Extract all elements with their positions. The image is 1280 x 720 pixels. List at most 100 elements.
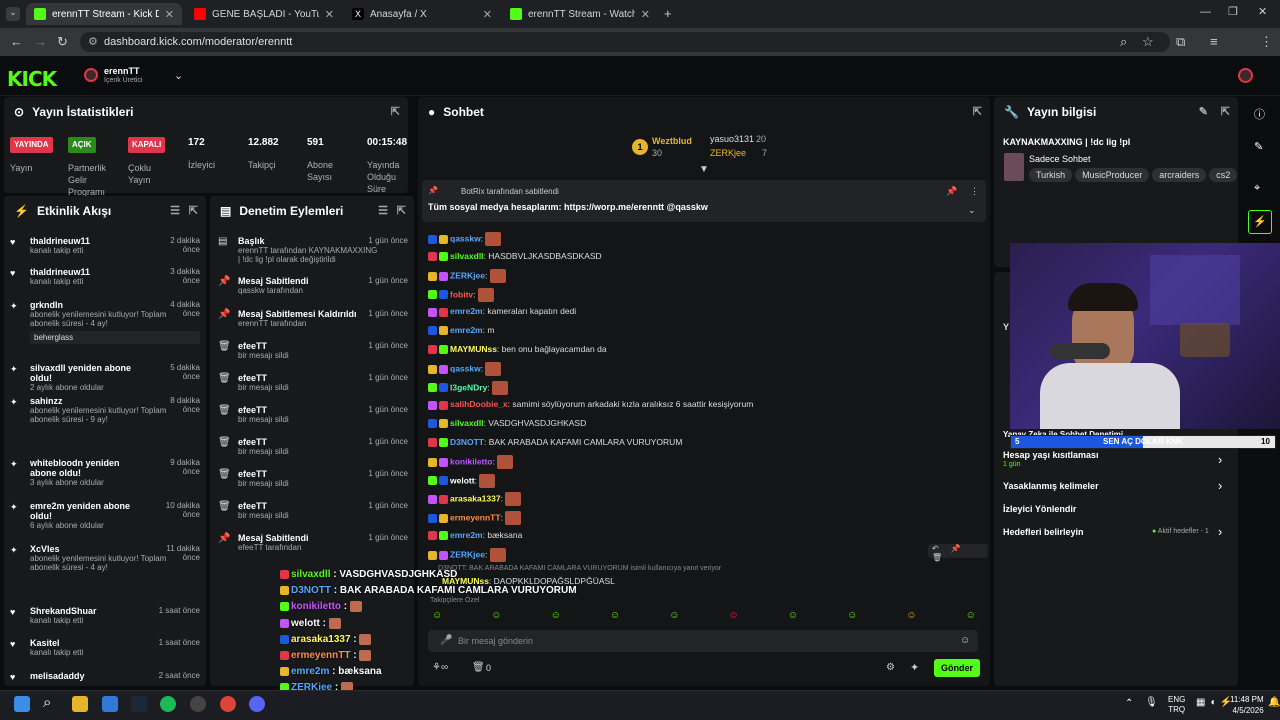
viewer-redirect-label[interactable]: İzleyici Yönlendir (1003, 504, 1076, 514)
chat-username[interactable]: fobitv (450, 289, 473, 299)
close-icon[interactable]: ✕ (165, 8, 174, 21)
activity-title[interactable]: silvaxdll yeniden abone oldu! (30, 363, 140, 383)
channel-avatar[interactable] (84, 68, 98, 82)
chevron-right-icon[interactable]: › (1218, 478, 1222, 493)
edit-icon[interactable]: ✎ (1254, 140, 1263, 153)
chat-username[interactable]: l3geNDry (450, 382, 487, 392)
banned-words-label[interactable]: Yasaklanmış kelimeler (1003, 481, 1099, 491)
chat-username[interactable]: ZERKjee (450, 549, 485, 559)
edit-icon[interactable]: ✎ (1199, 105, 1208, 118)
leader-name[interactable]: ZERKjee (710, 148, 746, 158)
tab-search-icon[interactable]: ⌄ (6, 7, 20, 21)
popout-icon[interactable]: ⇱ (1221, 105, 1230, 118)
popout-icon[interactable]: ⇱ (397, 204, 406, 217)
chat-username[interactable]: qasskw (450, 233, 481, 243)
chat-username[interactable]: silvaxdll (450, 251, 484, 261)
media-icon[interactable]: ≡ (1210, 34, 1218, 49)
emoji-icon[interactable]: ☺ (960, 635, 970, 646)
bookmark-star-icon[interactable]: ☆ (1142, 34, 1154, 50)
notification-icon[interactable]: 🔔 (1268, 697, 1280, 708)
popout-icon[interactable]: ⇱ (189, 204, 198, 217)
chat-username[interactable]: silvaxdll (450, 418, 484, 428)
discord-icon[interactable] (249, 696, 265, 712)
activity-title[interactable]: XcVles (30, 544, 140, 554)
spotify-icon[interactable] (160, 696, 176, 712)
file-explorer-icon[interactable] (72, 696, 88, 712)
chat-username[interactable]: ermeyennTT (450, 512, 501, 522)
extensions-icon[interactable]: ⧉ (1176, 34, 1185, 50)
store-icon[interactable] (102, 696, 118, 712)
chat-username[interactable]: qasskw (450, 363, 481, 373)
close-icon[interactable]: ✕ (483, 8, 492, 21)
steam-icon[interactable] (131, 696, 147, 712)
search-icon[interactable]: ⌕ (43, 694, 51, 711)
account-age-label[interactable]: Hesap yaşı kısıtlaması (1003, 450, 1099, 460)
chrome-icon[interactable] (220, 696, 236, 712)
kick-logo[interactable]: KICK (7, 67, 57, 91)
maximize-button[interactable]: ❐ (1228, 5, 1238, 18)
forward-icon[interactable]: → (34, 34, 47, 49)
filter-icon[interactable]: ☰ (378, 204, 388, 217)
minimize-button[interactable]: — (1200, 6, 1211, 18)
activity-title[interactable]: thaldrineuw11 (30, 236, 140, 246)
activity-title[interactable]: ShrekandShuar (30, 606, 140, 616)
activity-title[interactable]: grkndln (30, 300, 140, 310)
clock[interactable]: 11:48 PM 4/5/2026 (1230, 694, 1264, 716)
mic-tray-icon[interactable]: 🎙 (1145, 697, 1158, 708)
more-icon[interactable]: ⋮ (970, 186, 979, 197)
windows-start-icon[interactable] (14, 696, 30, 712)
activity-title[interactable]: melisadaddy (30, 671, 140, 681)
chevron-right-icon[interactable]: › (1218, 452, 1222, 467)
chevron-down-icon[interactable]: ⌄ (174, 69, 183, 82)
site-info-icon[interactable]: ⚙ (88, 32, 98, 52)
emote-picker-icon[interactable]: ✦ (910, 661, 919, 674)
chat-username[interactable]: arasaka1337 (450, 494, 501, 504)
user-avatar[interactable] (1238, 68, 1253, 83)
info-icon[interactable]: ⓘ (1254, 106, 1265, 122)
chevron-down-icon[interactable]: ⌄ (968, 205, 976, 216)
popout-icon[interactable]: ⇱ (391, 105, 400, 118)
chat-username[interactable]: salihDoobie_x (450, 399, 508, 409)
chat-username[interactable]: MAYMUNss (450, 344, 497, 354)
filter-icon[interactable]: ☰ (170, 204, 180, 217)
expand-leaderboard-icon[interactable]: ▼ (699, 164, 709, 175)
lightning-icon[interactable]: ⚡ (1248, 210, 1272, 234)
focus-icon[interactable]: ⌖ (1254, 182, 1260, 195)
activity-title[interactable]: whitebloodn yeniden abone oldu! (30, 458, 140, 478)
unpin-icon[interactable]: 📌 (946, 186, 957, 197)
tray-chevron-icon[interactable]: ⌃ (1125, 698, 1133, 709)
new-tab-button[interactable]: + (664, 6, 672, 21)
activity-title[interactable]: thaldrineuw11 (30, 267, 140, 277)
tab-kick-dashboard[interactable]: erennTT Stream - Kick Dashboard ✕ (26, 3, 182, 25)
tab-kick-watch[interactable]: erennTT Stream - Watch Live on ✕ (502, 3, 658, 25)
close-icon[interactable]: ✕ (325, 8, 334, 21)
app-icon[interactable] (190, 696, 206, 712)
chevron-right-icon[interactable]: › (1218, 524, 1222, 539)
reload-icon[interactable]: ↻ (57, 34, 68, 50)
language-indicator[interactable]: ENG TRQ (1168, 695, 1185, 715)
activity-title[interactable]: sahinzz (30, 396, 140, 406)
goals-label[interactable]: Hedefleri belirleyin (1003, 527, 1084, 537)
close-icon[interactable]: ✕ (641, 8, 650, 21)
chat-username[interactable]: welott (450, 475, 475, 485)
popout-icon[interactable]: ⇱ (973, 105, 982, 118)
chat-username[interactable]: emre2m (450, 306, 483, 316)
chat-username[interactable]: konikiletto (450, 456, 493, 466)
tab-youtube[interactable]: GENE BAŞLADI - YouTube ✕ (186, 3, 342, 25)
send-button[interactable]: Gönder (934, 659, 980, 677)
leader-name[interactable]: Weztblud (652, 136, 692, 146)
back-icon[interactable]: ← (10, 34, 23, 49)
chat-username[interactable]: emre2m (450, 530, 483, 540)
leader-name[interactable]: yasuo3131 (710, 134, 754, 144)
zoom-icon[interactable]: ⌕ (1120, 34, 1127, 50)
chat-username[interactable]: D3NOTT (450, 437, 484, 447)
menu-icon[interactable]: ⋮ (1260, 34, 1273, 50)
window-close-button[interactable]: ✕ (1258, 5, 1267, 18)
chat-username[interactable]: ZERKjee (450, 270, 485, 280)
chat-username[interactable]: emre2m (450, 325, 483, 335)
activity-title[interactable]: emre2m yeniden abone oldu! (30, 501, 140, 521)
activity-title[interactable]: Kasitel (30, 638, 140, 648)
url-field[interactable]: ⚙ dashboard.kick.com/moderator/erenntt (80, 32, 1170, 52)
emote-bar[interactable]: ☺ ☺ ☺ ☺ ☺ ☺ ☺ ☺ ☺ ☺ (432, 610, 976, 621)
message-actions[interactable]: ↶📌🗑 (928, 544, 988, 562)
